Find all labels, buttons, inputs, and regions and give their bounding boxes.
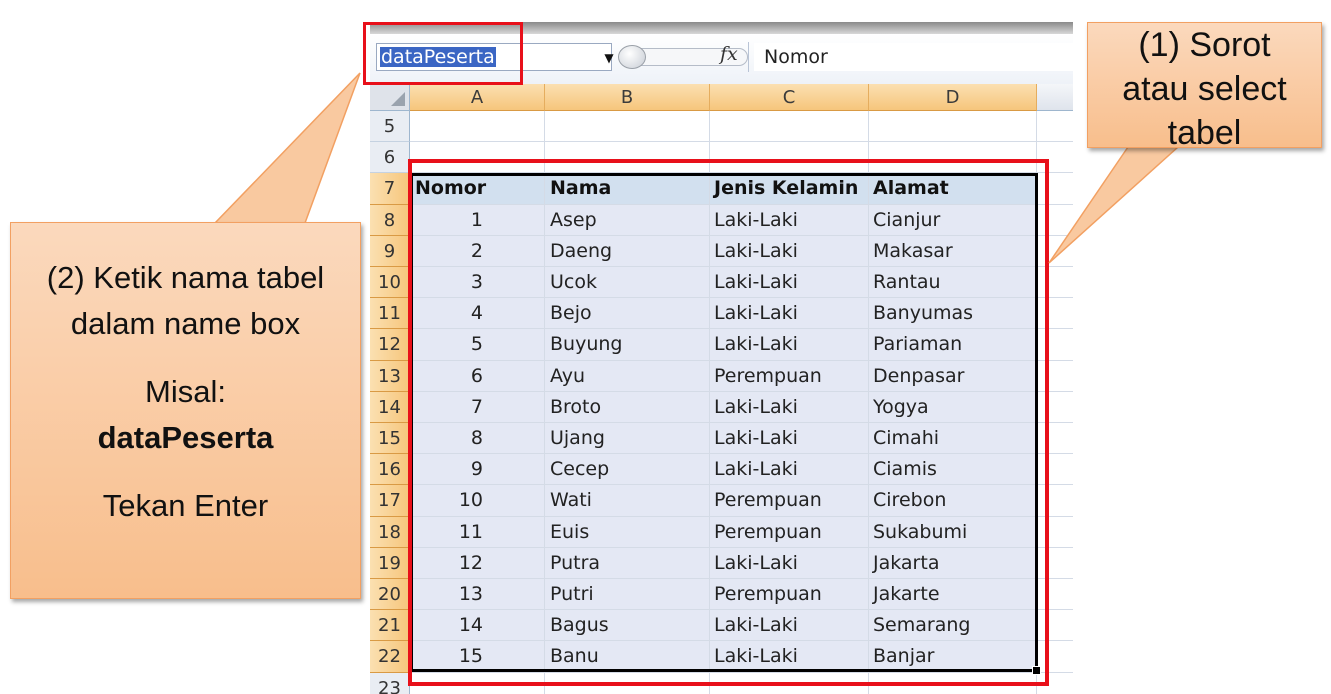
callout-step-2-example: dataPeserta: [97, 420, 274, 455]
callout-step-2-line2: dalam name box: [70, 306, 301, 341]
callout-step-2-line3: Misal:: [145, 374, 226, 409]
left-callout-pointer: [213, 72, 361, 224]
callout-step-2-line1: (2) Ketik nama tabel: [46, 260, 325, 295]
right-callout-pointer: [1048, 146, 1180, 264]
callout-step-1-line1: (1) Sorot: [1138, 26, 1271, 64]
callout-step-1-line2: atau select: [1122, 70, 1287, 108]
callout-step-1-line3: tabel: [1167, 114, 1242, 152]
callout-step-2-line5: Tekan Enter: [102, 488, 269, 523]
callout-step-1: (1) Sorot atau select tabel: [1087, 22, 1322, 152]
callout-step-2: (2) Ketik nama tabel dalam name box Misa…: [10, 222, 361, 599]
